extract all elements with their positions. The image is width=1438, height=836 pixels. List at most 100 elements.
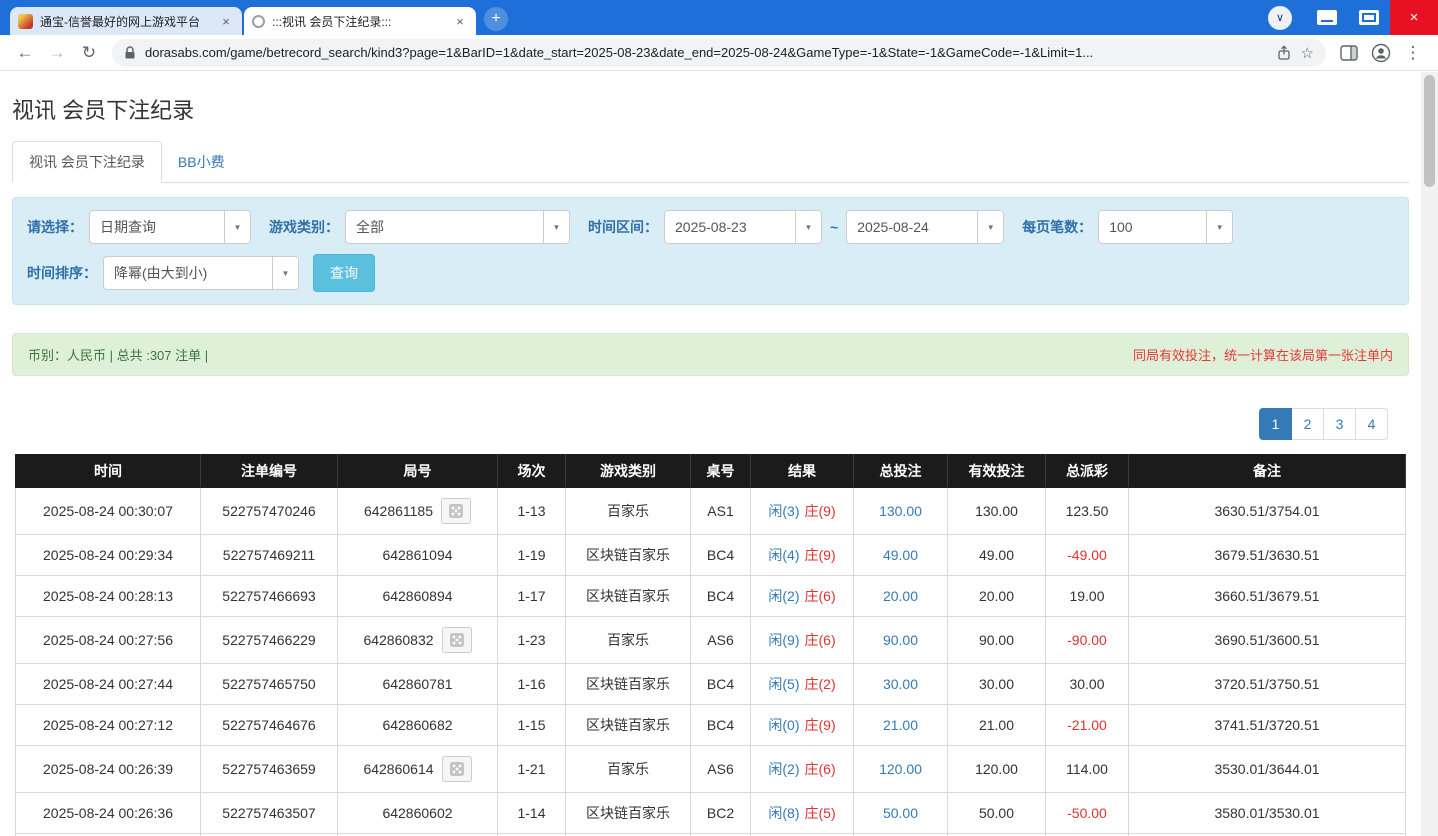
round-number: 642861185 bbox=[363, 503, 434, 519]
page-button-4[interactable]: 4 bbox=[1355, 408, 1388, 440]
page-button-2[interactable]: 2 bbox=[1291, 408, 1324, 440]
cell-game-type: 区块链百家乐 bbox=[565, 663, 691, 705]
page-size-select[interactable]: 100 ▼ bbox=[1098, 210, 1234, 244]
result-banker: 庄(2) bbox=[804, 676, 836, 692]
tab-search-chevron-icon[interactable]: ∨ bbox=[1268, 5, 1292, 30]
date-end-value: 2025-08-24 bbox=[857, 219, 929, 235]
result-player: 闲(2) bbox=[768, 761, 800, 777]
sort-select[interactable]: 降幂(由大到小) ▼ bbox=[103, 256, 299, 290]
cell-game-type: 区块链百家乐 bbox=[565, 704, 691, 746]
tab-close-icon[interactable]: × bbox=[218, 13, 234, 29]
forward-icon[interactable]: → bbox=[42, 38, 72, 68]
cell-valid-bet: 120.00 bbox=[947, 745, 1046, 793]
cell-table: AS6 bbox=[690, 616, 751, 664]
result-banker: 庄(6) bbox=[804, 632, 836, 648]
cell-table: BC2 bbox=[690, 792, 751, 834]
cell-bet-id: 522757463659 bbox=[200, 745, 338, 793]
total-bet-link[interactable]: 130.00 bbox=[879, 503, 922, 519]
tab-bb-tips[interactable]: BB小费 bbox=[162, 142, 241, 182]
browser-tabstrip: 通宝-信誉最好的网上游戏平台 × :::视讯 会员下注纪录::: × + bbox=[0, 7, 508, 35]
cell-note: 3679.51/3630.51 bbox=[1128, 534, 1406, 576]
share-icon[interactable] bbox=[1276, 44, 1292, 61]
back-icon[interactable]: ← bbox=[10, 38, 40, 68]
minimize-icon bbox=[1317, 10, 1337, 25]
profile-avatar-icon[interactable] bbox=[1366, 38, 1396, 68]
column-header-session: 场次 bbox=[497, 454, 566, 488]
page-button-3[interactable]: 3 bbox=[1323, 408, 1356, 440]
date-end-select[interactable]: 2025-08-24 ▼ bbox=[846, 210, 1005, 244]
cell-bet-id: 522757466693 bbox=[200, 575, 338, 617]
cell-total-bet: 49.00 bbox=[853, 534, 948, 576]
reload-icon[interactable]: ↻ bbox=[74, 38, 104, 68]
column-header-valid-bet: 有效投注 bbox=[947, 454, 1046, 488]
minimize-button[interactable] bbox=[1306, 0, 1348, 35]
round-number: 642860602 bbox=[382, 805, 453, 821]
total-bet-link[interactable]: 21.00 bbox=[883, 717, 918, 733]
page-scrollbar[interactable] bbox=[1421, 72, 1438, 836]
bet-table-body: 2025-08-24 00:30:07 522757470246 6428611… bbox=[15, 487, 1406, 836]
tab-close-icon[interactable]: × bbox=[452, 13, 468, 29]
url-bar[interactable]: dorasabs.com/game/betrecord_search/kind3… bbox=[112, 38, 1326, 67]
date-range-label: 时间区间： bbox=[588, 219, 658, 235]
maximize-button[interactable] bbox=[1348, 0, 1390, 35]
pagination: 1234 bbox=[33, 408, 1388, 440]
cell-valid-bet: 20.00 bbox=[947, 575, 1046, 617]
column-header-time: 时间 bbox=[15, 454, 201, 488]
browser-tab-title: 通宝-信誉最好的网上游戏平台 bbox=[40, 14, 200, 29]
bet-records-table: 时间 注单编号 局号 场次 游戏类别 桌号 结果 总投注 有效投注 总派彩 备注… bbox=[15, 454, 1406, 836]
table-header-row: 时间 注单编号 局号 场次 游戏类别 桌号 结果 总投注 有效投注 总派彩 备注 bbox=[15, 454, 1406, 488]
scrollbar-thumb[interactable] bbox=[1424, 75, 1435, 187]
tab-bet-records[interactable]: 视讯 会员下注纪录 bbox=[12, 141, 162, 183]
cell-round: 642861094 bbox=[337, 534, 498, 576]
total-bet-link[interactable]: 20.00 bbox=[883, 588, 918, 604]
browser-tab-home[interactable]: 通宝-信誉最好的网上游戏平台 × bbox=[10, 7, 242, 35]
total-bet-link[interactable]: 30.00 bbox=[883, 676, 918, 692]
query-type-label: 请选择： bbox=[27, 219, 83, 235]
cell-game-type: 百家乐 bbox=[565, 487, 691, 535]
game-replay-icon[interactable] bbox=[441, 498, 472, 524]
cell-result: 闲(3) 庄(9) bbox=[750, 487, 854, 535]
cell-game-type: 区块链百家乐 bbox=[565, 792, 691, 834]
page-size-label: 每页笔数： bbox=[1022, 219, 1093, 235]
total-bet-link[interactable]: 50.00 bbox=[883, 805, 918, 821]
total-bet-link[interactable]: 90.00 bbox=[883, 632, 918, 648]
cell-result: 闲(2) 庄(6) bbox=[750, 575, 854, 617]
cell-session: 1-14 bbox=[497, 792, 566, 834]
cell-payout: -50.00 bbox=[1045, 792, 1129, 834]
site-favicon bbox=[252, 14, 265, 28]
game-type-select[interactable]: 全部 ▼ bbox=[345, 210, 570, 244]
game-replay-icon[interactable] bbox=[441, 627, 472, 653]
cell-payout: 30.00 bbox=[1045, 663, 1129, 705]
menu-dots-icon[interactable]: ⋮ bbox=[1398, 38, 1428, 68]
cell-round: 642860832 bbox=[337, 616, 498, 664]
cell-note: 3741.51/3720.51 bbox=[1128, 704, 1406, 746]
cell-time: 2025-08-24 00:26:39 bbox=[15, 745, 201, 793]
close-button[interactable]: × bbox=[1390, 0, 1438, 35]
cell-time: 2025-08-24 00:27:56 bbox=[15, 616, 201, 664]
result-banker: 庄(9) bbox=[804, 547, 836, 563]
game-replay-icon[interactable] bbox=[441, 756, 472, 782]
side-panel-icon[interactable] bbox=[1334, 38, 1364, 68]
chevron-down-icon: ▼ bbox=[272, 257, 298, 289]
date-start-select[interactable]: 2025-08-23 ▼ bbox=[664, 210, 822, 244]
cell-result: 闲(4) 庄(9) bbox=[750, 534, 854, 576]
browser-tab-bet-records[interactable]: :::视讯 会员下注纪录::: × bbox=[244, 7, 476, 35]
cell-valid-bet: 50.00 bbox=[947, 792, 1046, 834]
cell-total-bet: 130.00 bbox=[853, 487, 948, 535]
search-button[interactable]: 查询 bbox=[313, 254, 375, 292]
date-range-tilde: ~ bbox=[830, 219, 839, 235]
cell-note: 3720.51/3750.51 bbox=[1128, 663, 1406, 705]
total-bet-link[interactable]: 120.00 bbox=[879, 761, 922, 777]
date-start-value: 2025-08-23 bbox=[675, 219, 747, 235]
window-controls: ∨ × bbox=[1268, 0, 1438, 35]
query-type-select[interactable]: 日期查询 ▼ bbox=[89, 210, 251, 244]
new-tab-button[interactable]: + bbox=[484, 7, 508, 31]
cell-session: 1-13 bbox=[497, 487, 566, 535]
page-button-1[interactable]: 1 bbox=[1259, 408, 1292, 440]
bookmark-star-icon[interactable]: ☆ bbox=[1301, 44, 1314, 62]
total-bet-link[interactable]: 49.00 bbox=[883, 547, 918, 563]
cell-table: BC4 bbox=[690, 575, 751, 617]
column-header-total-bet: 总投注 bbox=[853, 454, 948, 488]
cell-total-bet: 21.00 bbox=[853, 704, 948, 746]
column-header-note: 备注 bbox=[1128, 454, 1406, 488]
